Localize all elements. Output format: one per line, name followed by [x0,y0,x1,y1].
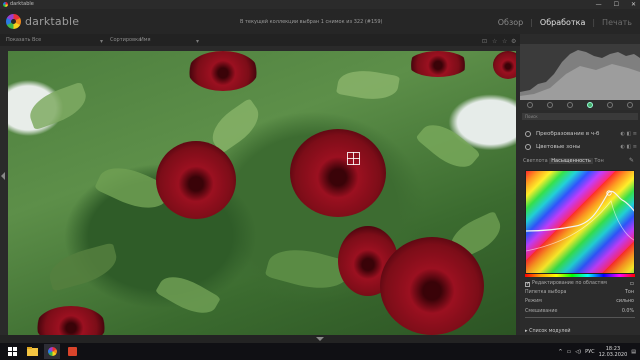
system-tray: ^ ▭ ◁) РУС 18:23 12.03.2020 ▤ [558,343,636,360]
tab-saturation[interactable]: Насыщенность [549,158,593,164]
volume-icon[interactable]: ◁) [575,349,581,355]
sort-dropdown[interactable]: Имя [140,34,151,46]
group-active-icon[interactable] [527,102,533,108]
red-flower [290,129,386,217]
left-panel-collapse-icon[interactable] [1,172,5,180]
leaf [24,81,92,131]
file-explorer-icon[interactable] [24,344,40,359]
mode-separator: | [530,18,533,27]
sort-label: Сортировка [110,37,142,43]
mix-slider[interactable]: Смешивание 0.0% [522,307,638,316]
window-title: darktable [10,1,34,7]
darktable-small-logo-icon [3,2,8,7]
colorzones-curve [526,190,634,252]
group-color-icon[interactable] [587,102,593,108]
mode-row[interactable]: Режим сильно [522,297,638,306]
module-header-icons[interactable]: ◐ ◧ ≡ [621,141,637,153]
darktable-taskbar-icon[interactable] [44,344,60,359]
bottom-panel-collapse-icon[interactable] [316,337,324,341]
module-name: Преобразование в ч-б [536,131,600,137]
module-header-icons[interactable]: ◐ ◧ ≡ [621,128,637,140]
tray-arrow-icon[interactable]: ^ [558,349,562,355]
bottom-panel [0,335,640,343]
filter-dropdown[interactable]: Все [32,34,41,46]
red-flower [408,51,468,77]
group-correct-icon[interactable] [607,102,613,108]
power-icon[interactable] [525,131,531,137]
colorzones-tabs: Светлота Насыщенность Тон ✎ [522,156,638,166]
view-switcher: Обзор | Обработка | Печать [498,18,632,27]
app-name: darktable [25,15,80,28]
mix-value: 0.0% [621,309,634,314]
color-picker-crosshair[interactable] [347,152,360,165]
group-tone-icon[interactable] [567,102,573,108]
tab-lightness[interactable]: Светлота [523,158,548,164]
right-panel: Поиск Преобразование в ч-б ◐ ◧ ≡ Цветовы… [520,34,640,343]
red-flower [36,306,106,336]
group-base-icon[interactable] [547,102,553,108]
leaf [45,242,121,292]
photo-petunias[interactable] [8,51,516,336]
leaf [336,66,400,104]
module-search-input[interactable]: Поиск [522,113,638,120]
red-flower [188,51,258,91]
network-icon[interactable]: ▭ [567,349,572,355]
tab-hue[interactable]: Тон [594,158,603,164]
language-indicator[interactable]: РУС [585,349,595,355]
filter-bar: Показать Все ▾ Сортировка Имя ▾ ⊡ ☆ ☆ ⚙ [0,34,520,46]
histogram-graph [520,44,640,100]
colorzones-curve-area[interactable] [525,170,635,274]
windows-taskbar: ^ ▭ ◁) РУС 18:23 12.03.2020 ▤ [0,343,640,360]
module-colorzones[interactable]: Цветовые зоны ◐ ◧ ≡ [520,141,640,153]
darktable-logo-icon [6,14,21,29]
red-flower [380,237,484,335]
checkbox-icon[interactable]: ✓ [525,282,530,287]
red-flower [156,141,236,219]
app-header: darktable В текущей коллекции выбран 1 с… [0,9,640,34]
edit-by-area-toggle[interactable]: ✓ Редактирование по областям ▫ [522,279,638,288]
group-effect-icon[interactable] [627,102,633,108]
mode-print[interactable]: Печать [602,18,632,27]
clock[interactable]: 18:23 12.03.2020 [599,346,628,358]
mode-dropdown[interactable]: сильно [616,297,634,306]
image-view [0,46,520,343]
collection-info: В текущей коллекции выбран 1 снимок из 3… [240,19,383,25]
picker-icon[interactable]: ✎ [629,156,634,166]
windows-start-icon[interactable] [4,344,20,359]
maximize-button[interactable]: ☐ [614,0,619,9]
mix-slider-track[interactable] [525,317,635,318]
filter-label: Показать [6,37,31,43]
module-monochrome[interactable]: Преобразование в ч-б ◐ ◧ ≡ [520,128,640,140]
close-button[interactable]: ✕ [631,0,636,9]
module-groups-bar [520,100,640,110]
minimize-button[interactable]: — [596,0,602,9]
app-taskbar-icon[interactable] [64,344,80,359]
power-icon[interactable] [525,144,531,150]
histogram[interactable] [520,44,640,100]
window-controls: — ☐ ✕ [596,0,636,9]
mode-darkroom[interactable]: Обработка [540,18,585,27]
clock-date: 12.03.2020 [598,351,628,358]
pick-dropdown[interactable]: Тон [625,288,634,297]
red-flower [493,51,516,79]
notifications-icon[interactable]: ▤ [631,349,636,355]
area-options-icon[interactable]: ▫ [630,279,634,288]
leaf [155,267,221,323]
mode-lighttable[interactable]: Обзор [498,18,523,27]
window-titlebar: darktable — ☐ ✕ [0,0,640,9]
pick-row[interactable]: Пипетка выбора Тон [522,288,638,297]
leaf [415,115,481,177]
mode-separator: | [592,18,596,27]
module-name: Цветовые зоны [536,144,581,150]
hue-spectrum-bar [525,274,635,277]
